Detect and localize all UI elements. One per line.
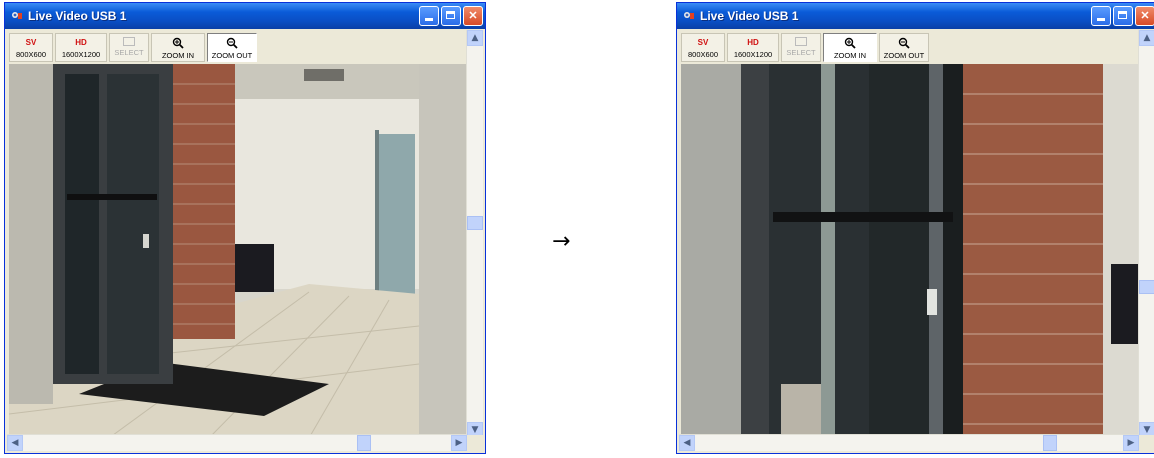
select-button[interactable]: SELECT (109, 33, 149, 62)
select-box-icon (795, 37, 807, 46)
sv-resolution-button[interactable]: SV 800X600 (681, 33, 725, 62)
title-bar[interactable]: Live Video USB 1 ✕ (677, 3, 1154, 29)
scroll-up-icon[interactable]: ▲ (1139, 30, 1154, 46)
close-icon: ✕ (468, 10, 478, 22)
sv-resolution-button[interactable]: SV 800X600 (9, 33, 53, 62)
sv-label: SV (697, 38, 709, 47)
hd-label: HD (75, 38, 87, 47)
toolbar: SV 800X600 HD 1600X1200 SELECT ZOOM IN Z… (677, 30, 1139, 64)
horizontal-scrollbar[interactable]: ◀ ▶ (679, 434, 1139, 451)
window-title: Live Video USB 1 (28, 9, 127, 23)
maximize-icon (446, 11, 455, 19)
scroll-left-icon[interactable]: ◀ (679, 435, 695, 451)
zoom-out-label: ZOOM OUT (883, 51, 925, 60)
hd-resolution-label: 1600X1200 (61, 50, 101, 59)
select-label: SELECT (114, 48, 144, 57)
video-feed[interactable] (681, 64, 1139, 438)
horizontal-scrollbar[interactable]: ◀ ▶ (7, 434, 467, 451)
video-feed[interactable] (9, 64, 467, 438)
transition-arrow: → (552, 229, 571, 254)
select-label: SELECT (786, 48, 816, 57)
close-icon: ✕ (1140, 10, 1150, 22)
video-frame-zoomed (681, 64, 1139, 438)
close-button[interactable]: ✕ (1135, 6, 1154, 26)
close-button[interactable]: ✕ (463, 6, 483, 26)
vertical-scroll-thumb[interactable] (467, 216, 483, 230)
video-frame-lobby (9, 64, 467, 438)
vertical-scrollbar[interactable]: ▲ ▼ (1138, 30, 1154, 438)
scroll-up-icon[interactable]: ▲ (467, 30, 483, 46)
zoom-in-icon (172, 37, 184, 49)
zoom-in-label: ZOOM IN (161, 51, 195, 60)
vertical-scroll-thumb[interactable] (1139, 280, 1154, 294)
maximize-icon (1118, 11, 1127, 19)
zoom-in-button[interactable]: ZOOM IN (823, 33, 877, 62)
zoom-out-icon (226, 37, 238, 49)
hd-resolution-button[interactable]: HD 1600X1200 (727, 33, 779, 62)
window-title: Live Video USB 1 (700, 9, 799, 23)
live-video-window-left: Live Video USB 1 ✕ SV 800X600 HD 1600X12… (4, 2, 486, 454)
camera-icon (684, 12, 694, 19)
sv-resolution-label: 800X600 (15, 50, 47, 59)
scroll-right-icon[interactable]: ▶ (451, 435, 467, 451)
zoom-in-icon (844, 37, 856, 49)
zoom-out-label: ZOOM OUT (211, 51, 253, 60)
zoom-out-button[interactable]: ZOOM OUT (879, 33, 929, 62)
maximize-button[interactable] (441, 6, 461, 26)
scroll-right-icon[interactable]: ▶ (1123, 435, 1139, 451)
horizontal-scroll-thumb[interactable] (357, 435, 371, 451)
minimize-icon (1097, 18, 1105, 21)
maximize-button[interactable] (1113, 6, 1133, 26)
minimize-button[interactable] (1091, 6, 1111, 26)
horizontal-scroll-thumb[interactable] (1043, 435, 1057, 451)
camera-icon (12, 12, 22, 19)
toolbar: SV 800X600 HD 1600X1200 SELECT ZOOM IN Z… (5, 30, 467, 64)
title-bar[interactable]: Live Video USB 1 ✕ (5, 3, 485, 29)
hd-resolution-button[interactable]: HD 1600X1200 (55, 33, 107, 62)
hd-label: HD (747, 38, 759, 47)
minimize-button[interactable] (419, 6, 439, 26)
scroll-corner (1139, 435, 1154, 451)
hd-resolution-label: 1600X1200 (733, 50, 773, 59)
sv-label: SV (25, 38, 37, 47)
select-box-icon (123, 37, 135, 46)
minimize-icon (425, 18, 433, 21)
zoom-out-button[interactable]: ZOOM OUT (207, 33, 257, 62)
sv-resolution-label: 800X600 (687, 50, 719, 59)
vertical-scrollbar[interactable]: ▲ ▼ (466, 30, 483, 438)
scroll-left-icon[interactable]: ◀ (7, 435, 23, 451)
live-video-window-right: Live Video USB 1 ✕ SV 800X600 HD 1600X12… (676, 2, 1154, 454)
zoom-in-button[interactable]: ZOOM IN (151, 33, 205, 62)
select-button[interactable]: SELECT (781, 33, 821, 62)
zoom-out-icon (898, 37, 910, 49)
scroll-corner (467, 435, 483, 451)
zoom-in-label: ZOOM IN (833, 51, 867, 60)
